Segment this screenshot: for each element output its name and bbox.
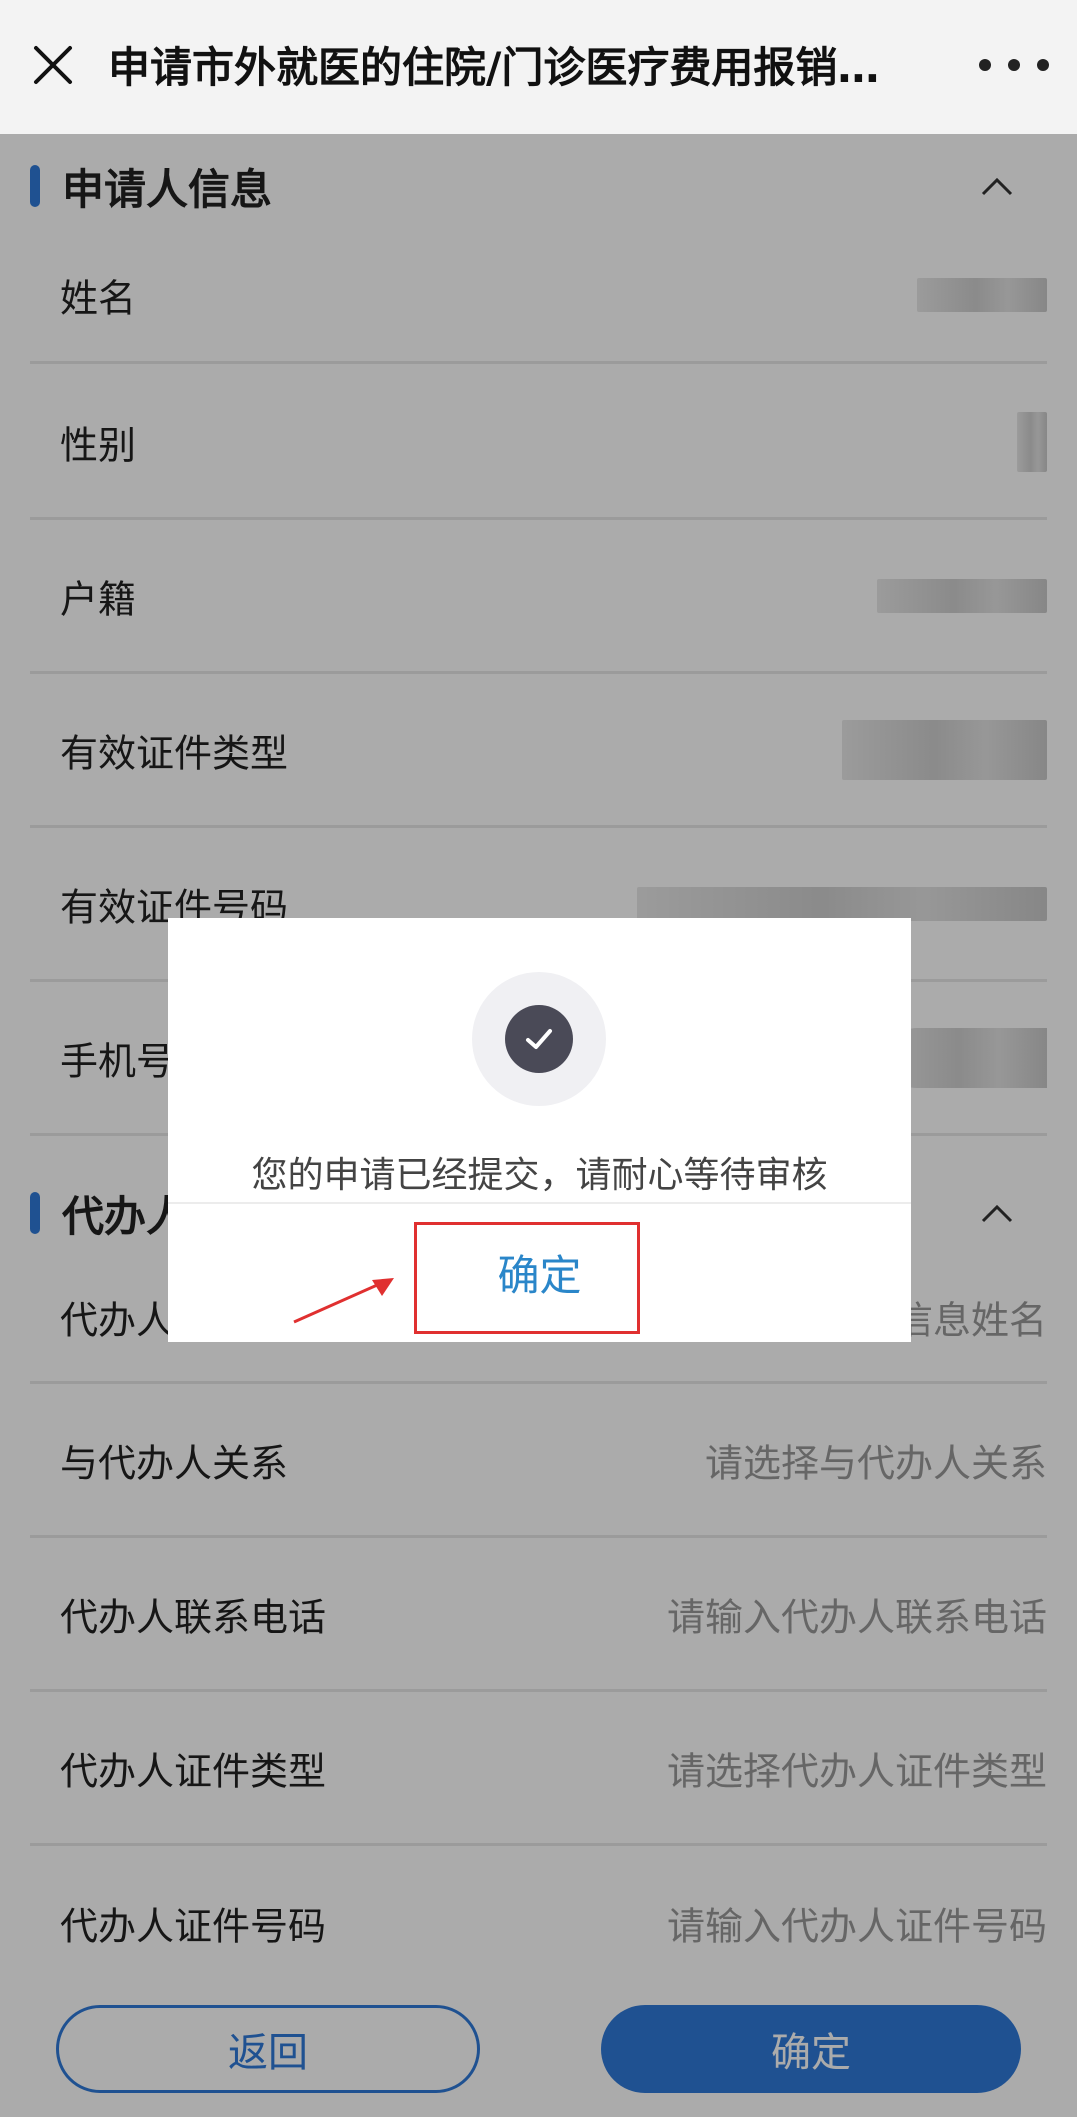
check-circle-icon — [505, 1005, 573, 1073]
page-title: 申请市外就医的住院/门诊医疗费用报销… — [108, 43, 880, 92]
annotation-arrow-icon — [293, 1278, 394, 1324]
more-icon[interactable] — [979, 40, 1049, 90]
dialog-message: 您的申请已经提交，请耐心等待审核 — [251, 1155, 828, 1196]
dialog-ok-button[interactable]: 确定 — [168, 1202, 911, 1342]
top-nav-bar: 申请市外就医的住院/门诊医疗费用报销… — [0, 0, 1077, 134]
close-icon[interactable] — [28, 40, 78, 90]
submit-success-dialog: 您的申请已经提交，请耐心等待审核 确定 — [168, 918, 911, 1342]
check-icon — [526, 1029, 552, 1049]
